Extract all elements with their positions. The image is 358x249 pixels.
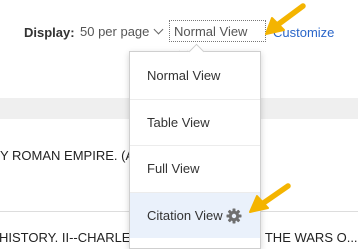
chevron-down-icon: [153, 24, 164, 35]
view-select-value: Normal View: [174, 24, 248, 39]
annotation-arrow-icon: [265, 3, 306, 35]
result-title-1[interactable]: Y ROMAN EMPIRE. (A: [0, 148, 134, 163]
annotation-arrow-icon: [249, 183, 291, 213]
menu-item-full-view[interactable]: Full View: [130, 145, 260, 191]
per-page-select[interactable]: 50 per page: [80, 24, 164, 39]
menu-item-table-view[interactable]: Table View: [130, 99, 260, 145]
gear-icon[interactable]: [226, 208, 242, 224]
display-label: Display:: [24, 25, 75, 40]
per-page-value: 50 per page: [80, 24, 150, 39]
results-page: Y ROMAN EMPIRE. (A HISTORY. II--CHARLEMA…: [0, 0, 358, 249]
menu-item-normal-view[interactable]: Normal View: [130, 53, 260, 99]
view-dropdown-menu: Normal View Table View Full View Citatio…: [129, 43, 261, 249]
view-select[interactable]: Normal View: [169, 20, 266, 57]
